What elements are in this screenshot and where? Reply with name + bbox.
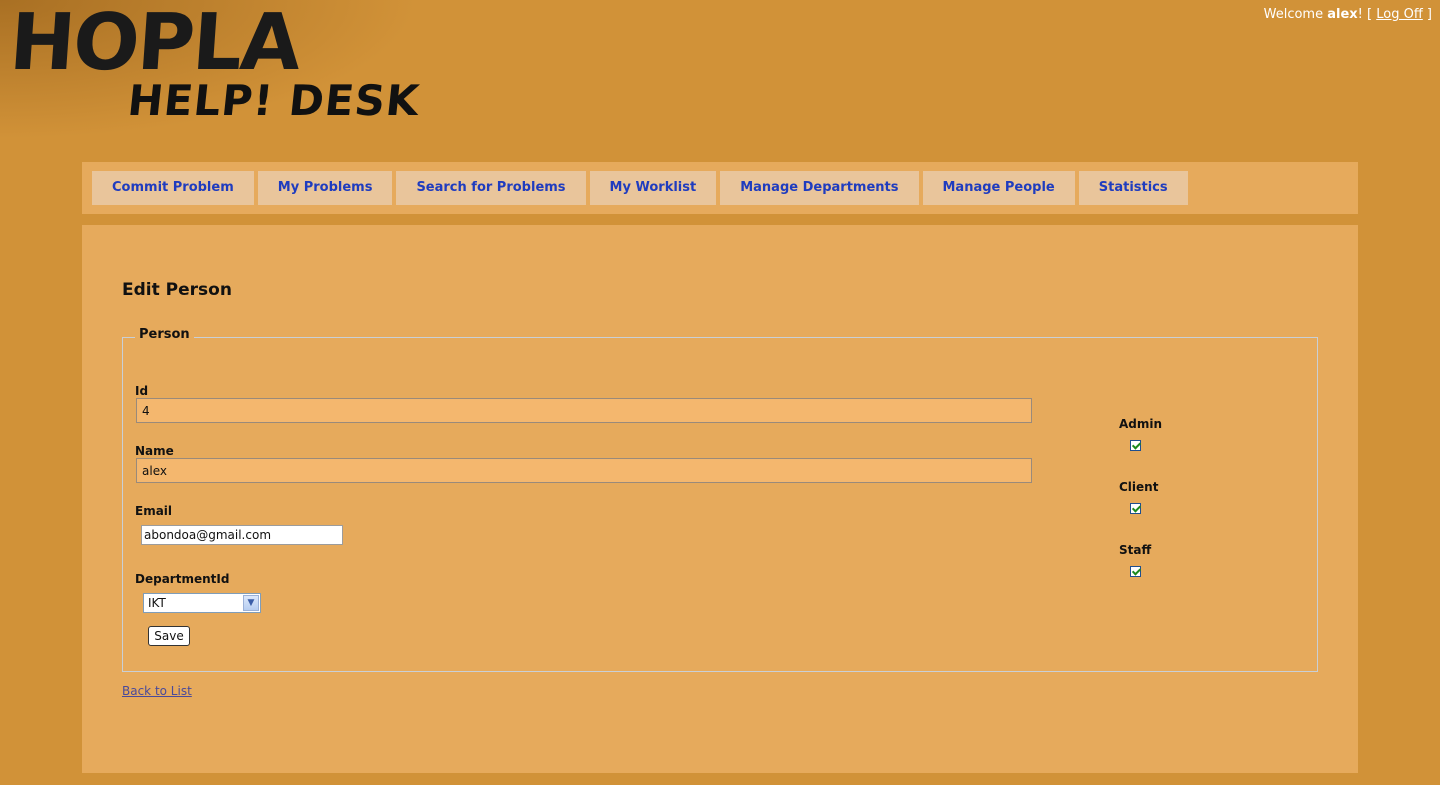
username: alex	[1327, 7, 1358, 22]
id-field[interactable]	[136, 398, 1032, 423]
department-selected-value: IKT	[148, 596, 166, 610]
menu-item-statistics[interactable]: Statistics	[1078, 171, 1188, 205]
staff-label: Staff	[1119, 543, 1152, 557]
login-display: Welcome alex! [ Log Off ]	[1264, 7, 1432, 22]
menu-item-my-problems[interactable]: My Problems	[257, 171, 393, 205]
admin-checkbox[interactable]	[1130, 440, 1141, 451]
logoff-link[interactable]: Log Off	[1376, 7, 1423, 22]
name-field[interactable]	[136, 458, 1032, 483]
menu-item-manage-departments[interactable]: Manage Departments	[720, 171, 919, 205]
admin-label: Admin	[1119, 417, 1163, 431]
email-field[interactable]	[141, 525, 343, 545]
department-select[interactable]: IKT ▼	[143, 593, 261, 613]
fieldset-legend: Person	[135, 327, 194, 342]
welcome-bracket: ! [	[1357, 7, 1373, 22]
menu-item-commit-problem[interactable]: Commit Problem	[92, 171, 254, 205]
id-label: Id	[135, 384, 149, 398]
client-label: Client	[1119, 480, 1159, 494]
welcome-bracket-close: ]	[1426, 7, 1432, 22]
name-label: Name	[135, 444, 174, 458]
email-label: Email	[135, 504, 173, 518]
department-label: DepartmentId	[135, 572, 230, 586]
menu-item-search-problems[interactable]: Search for Problems	[396, 171, 586, 205]
menu-item-my-worklist[interactable]: My Worklist	[589, 171, 717, 205]
main-menu: Commit Problem My Problems Search for Pr…	[82, 162, 1358, 214]
main-content: Edit Person Person Id Name Email Departm…	[82, 225, 1358, 773]
menu-list: Commit Problem My Problems Search for Pr…	[92, 171, 1188, 205]
page-title: Edit Person	[122, 280, 232, 300]
person-fieldset: Person Id Name Email DepartmentId IKT ▼ …	[122, 327, 1318, 672]
chevron-down-icon[interactable]: ▼	[243, 595, 259, 611]
welcome-text: Welcome	[1263, 7, 1324, 22]
logo-hopla-text: HOPLA	[6, 0, 302, 88]
menu-item-manage-people[interactable]: Manage People	[922, 171, 1075, 205]
logo-helpdesk-text: HELP! DESK	[125, 76, 423, 125]
client-checkbox[interactable]	[1130, 503, 1141, 514]
staff-checkbox[interactable]	[1130, 566, 1141, 577]
back-to-list-link[interactable]: Back to List	[122, 684, 192, 698]
save-button[interactable]: Save	[148, 626, 190, 646]
